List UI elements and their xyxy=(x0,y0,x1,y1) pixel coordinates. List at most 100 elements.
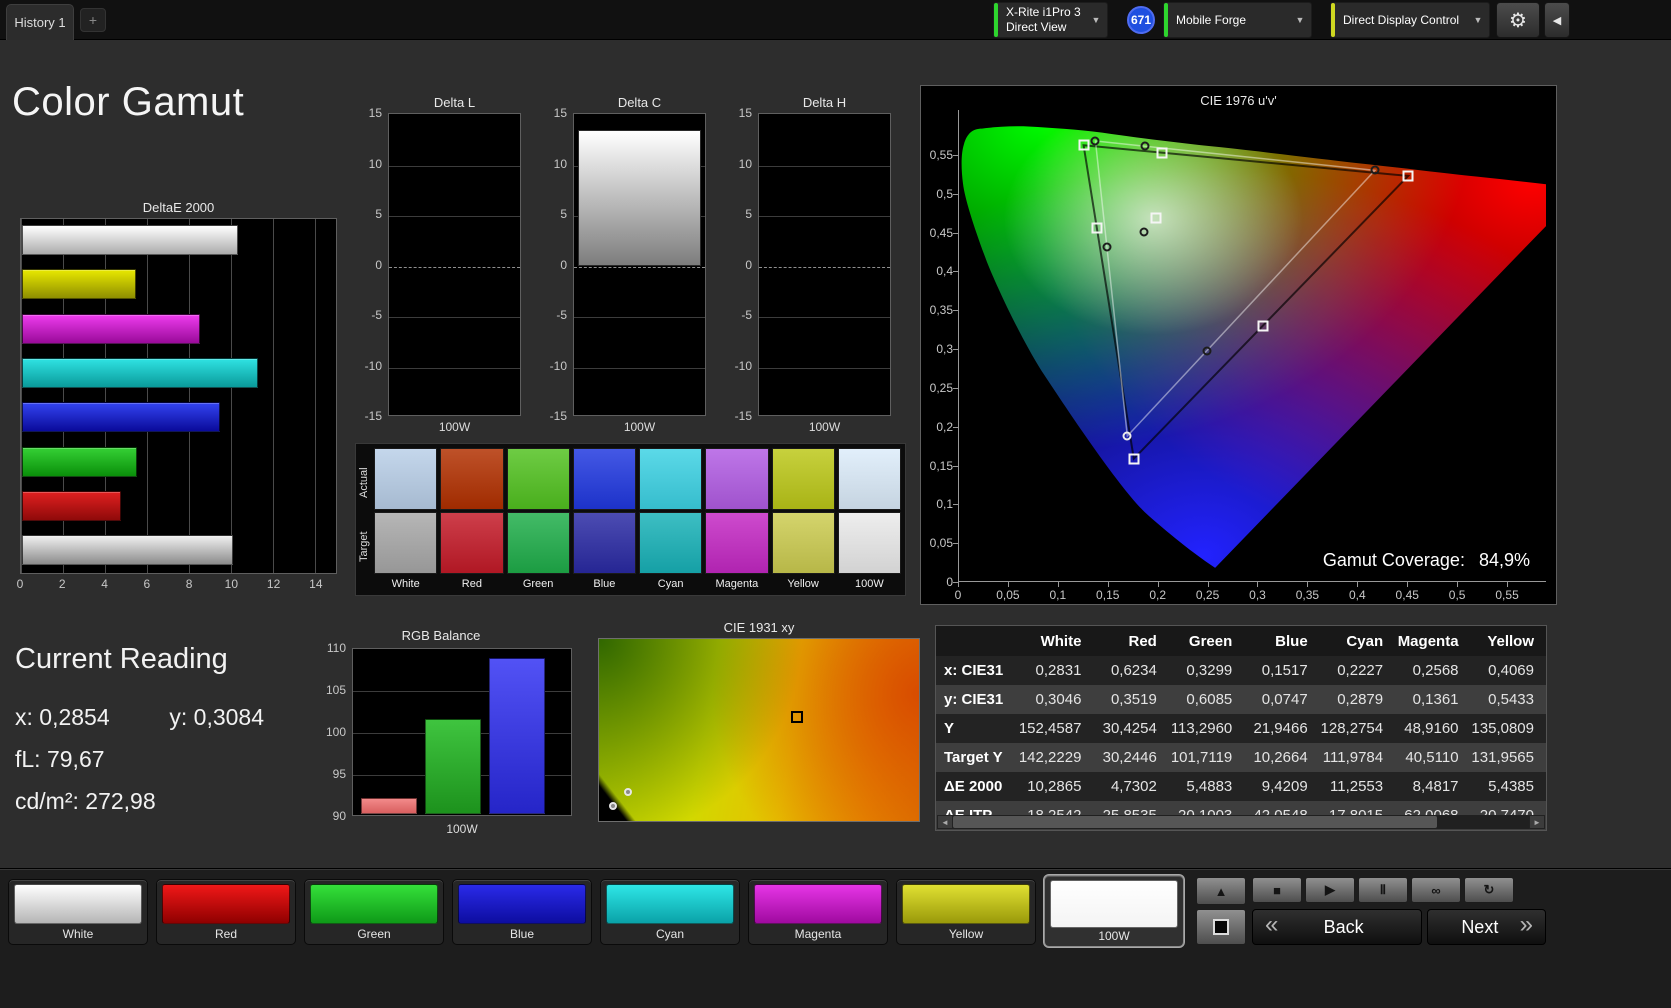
corner-cell xyxy=(936,626,1018,656)
display-control-dropdown[interactable]: Direct Display Control ▼ xyxy=(1330,2,1490,38)
gridline xyxy=(574,267,705,268)
cie1931-chart: CIE 1931 xy xyxy=(598,620,920,636)
scroll-left-button[interactable]: ◄ xyxy=(937,815,953,829)
gear-icon: ⚙ xyxy=(1509,8,1527,33)
patch-label: Magenta xyxy=(749,927,887,941)
expand-panel-button[interactable]: ▲ xyxy=(1196,877,1246,905)
delta-chart-h: Delta H151050-5-10-15100W xyxy=(758,95,891,434)
top-bar: History 1 + X-Rite i1Pro 3Direct View ▼ … xyxy=(0,0,1671,40)
continuous-measure-button[interactable]: ∞ xyxy=(1411,877,1461,903)
row-label: Y xyxy=(936,714,1018,743)
delta-plot xyxy=(758,113,891,416)
axis-tick-label: 15 xyxy=(539,106,567,120)
target-swatch-magenta xyxy=(705,512,768,574)
measure-pause-button[interactable]: Ⅱ xyxy=(1358,877,1408,903)
table-cell: 0,4069 xyxy=(1471,656,1546,685)
back-button[interactable]: « Back xyxy=(1252,909,1422,945)
swatch-label: Magenta xyxy=(705,576,768,592)
tick-mark xyxy=(953,466,958,467)
chevron-down-icon: ▼ xyxy=(1463,15,1485,25)
tick-mark xyxy=(953,388,958,389)
patch-label: Cyan xyxy=(601,927,739,941)
next-button[interactable]: Next » xyxy=(1427,909,1546,945)
repeat-measure-button[interactable]: ↻ xyxy=(1464,877,1514,903)
actual-swatch-green xyxy=(507,448,570,510)
tick-mark xyxy=(1158,582,1159,587)
deltae-bar-white xyxy=(22,225,238,255)
row-label: y: CIE31 xyxy=(936,685,1018,714)
patch-swatch xyxy=(606,884,734,924)
chart-title: Delta L xyxy=(388,95,521,111)
patch-button-magenta[interactable]: Magenta xyxy=(748,879,888,945)
target-swatch-cyan xyxy=(639,512,702,574)
row-label: x: CIE31 xyxy=(936,656,1018,685)
column-header-cyan: Cyan xyxy=(1320,626,1395,656)
patch-button-blue[interactable]: Blue xyxy=(452,879,592,945)
measure-stop-button[interactable]: ■ xyxy=(1252,877,1302,903)
patch-window-button[interactable] xyxy=(1196,909,1246,945)
patch-button-cyan[interactable]: Cyan xyxy=(600,879,740,945)
axis-label: 100W xyxy=(388,420,521,434)
table-scrollbar: ◄ ► xyxy=(937,815,1545,829)
patch-button-white[interactable]: White xyxy=(8,879,148,945)
axis-tick-label: 100 xyxy=(310,725,346,739)
table-cell: 0,0747 xyxy=(1244,685,1319,714)
measure-play-button[interactable]: ▶ xyxy=(1305,877,1355,903)
axis-tick-label: 0,35 xyxy=(923,303,953,317)
axis-tick-label: 0,1 xyxy=(923,497,953,511)
axis-tick-label: 15 xyxy=(724,106,752,120)
collapse-panel-button[interactable]: ◀ xyxy=(1544,2,1570,38)
tick-mark xyxy=(953,233,958,234)
swatch-column-100w: 100W xyxy=(838,448,901,592)
scroll-right-button[interactable]: ► xyxy=(1529,815,1545,829)
target-marker-cyan xyxy=(1091,223,1102,234)
tab-history-1[interactable]: History 1 xyxy=(6,4,74,40)
add-tab-button[interactable]: + xyxy=(80,8,106,32)
column-header-white: White xyxy=(1018,626,1093,656)
target-marker-red xyxy=(1403,170,1414,181)
target-swatch-100w xyxy=(838,512,901,574)
swatch-label: Green xyxy=(507,576,570,592)
axis-tick-label: 0 xyxy=(955,588,962,602)
cie1976-plot: Gamut Coverage:84,9% xyxy=(958,110,1546,582)
table-cell: 4,7302 xyxy=(1093,772,1168,801)
scrollbar-thumb[interactable] xyxy=(953,816,1437,828)
row-label: Target Y xyxy=(936,743,1018,772)
pattern-source-dropdown[interactable]: Mobile Forge ▼ xyxy=(1163,2,1312,38)
gridline xyxy=(147,219,148,573)
column-header-magenta: Magenta xyxy=(1395,626,1470,656)
axis-tick-label: -15 xyxy=(539,409,567,423)
axis-tick-label: 2 xyxy=(59,577,66,591)
gamut-coverage-label: Gamut Coverage: xyxy=(1323,550,1465,570)
patch-label: Red xyxy=(157,927,295,941)
table-cell: 0,2831 xyxy=(1018,656,1093,685)
bottom-bar: White Red GreenBlue Cyan Magenta Yellow100W ▲… xyxy=(0,868,1671,1008)
patch-button-red[interactable]: Red xyxy=(156,879,296,945)
tick-mark xyxy=(953,271,958,272)
target-marker-white xyxy=(1151,213,1162,224)
meter-dropdown[interactable]: X-Rite i1Pro 3Direct View ▼ xyxy=(993,2,1108,38)
current-reading: Current Reading x: 0,2854 y: 0,3084 fL: … xyxy=(15,643,264,830)
axis-tick-label: 10 xyxy=(225,577,238,591)
table-cell: 128,2754 xyxy=(1320,714,1395,743)
axis-tick-label: 10 xyxy=(539,157,567,171)
scrollbar-track[interactable] xyxy=(953,815,1529,829)
swatch-column-red: Red xyxy=(440,448,503,592)
axis-tick-label: -5 xyxy=(724,308,752,322)
patch-swatch xyxy=(162,884,290,924)
table-cell: 0,1361 xyxy=(1395,685,1470,714)
target-marker xyxy=(791,711,803,723)
axis-tick-label: -10 xyxy=(724,359,752,373)
measured-marker-magenta xyxy=(1203,346,1212,355)
axis-label: 100W xyxy=(758,420,891,434)
patch-button-100w[interactable]: 100W xyxy=(1044,875,1184,947)
patch-button-yellow[interactable]: Yellow xyxy=(896,879,1036,945)
settings-button[interactable]: ⚙ xyxy=(1496,2,1540,38)
table-row: ΔE 200010,28654,73025,48839,420911,25538… xyxy=(936,772,1546,801)
patch-swatch xyxy=(310,884,438,924)
axis-tick-label: 10 xyxy=(724,157,752,171)
axis-tick-label: 4 xyxy=(101,577,108,591)
page-title: Color Gamut xyxy=(12,80,244,125)
tick-mark xyxy=(953,155,958,156)
patch-button-green[interactable]: Green xyxy=(304,879,444,945)
